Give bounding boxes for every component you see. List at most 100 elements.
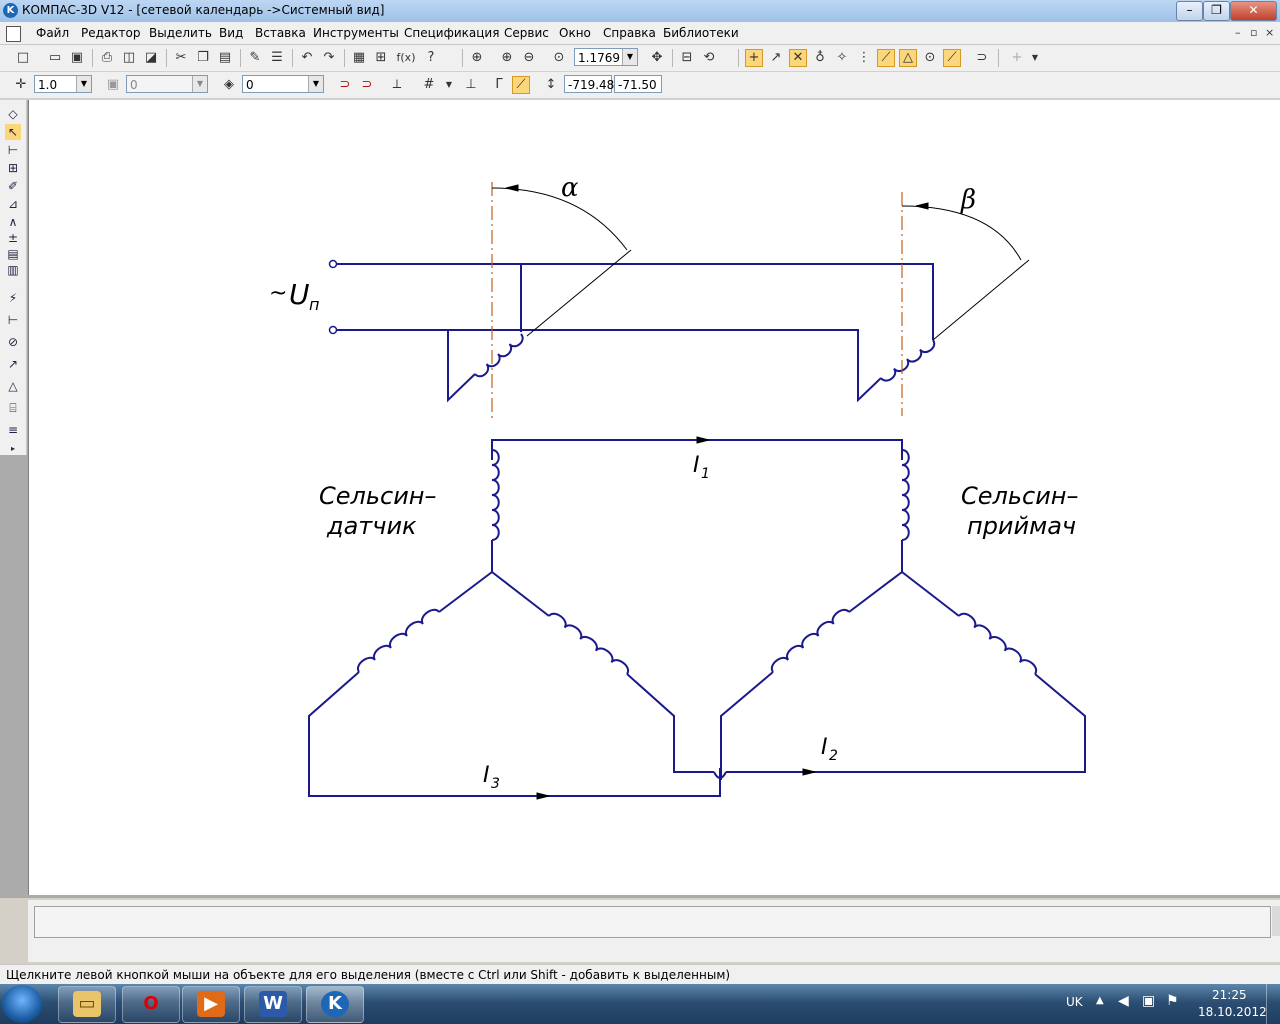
ortho-mode-icon[interactable]: Γ — [490, 76, 508, 94]
magnet-toggle-icon[interactable]: ⊃ — [358, 76, 376, 94]
save-icon[interactable]: ▣ — [68, 49, 86, 67]
snap-center-icon[interactable]: ⊙ — [921, 49, 939, 67]
menu-editor[interactable]: Редактор — [81, 26, 140, 40]
insert-icon[interactable]: ⚡ — [5, 290, 21, 306]
preview-icon[interactable]: ◪ — [142, 49, 160, 67]
snap-on-curve-icon[interactable]: ⟋ — [943, 49, 961, 67]
variables-fx-icon[interactable]: f(x) — [394, 49, 418, 67]
drawing-canvas[interactable]: α β ~ U п Сельсин– датчик Сельсин– прийм… — [28, 100, 1280, 895]
undo-icon[interactable]: ↶ — [298, 49, 316, 67]
minimize-button[interactable]: – — [1176, 1, 1203, 21]
taskbar-media-player[interactable]: ▶ — [182, 986, 240, 1023]
snap-angle-icon[interactable]: ⟋ — [877, 49, 895, 67]
start-button[interactable] — [2, 985, 42, 1023]
menu-libraries[interactable]: Библиотеки — [663, 26, 739, 40]
clock-time[interactable]: 21:25 — [1212, 988, 1247, 1002]
refresh-icon[interactable]: ⟲ — [700, 49, 718, 67]
library-manager-icon[interactable]: ⊞ — [372, 49, 390, 67]
zoom-combo[interactable]: 1.1769 ▼ — [574, 48, 638, 66]
menu-tools[interactable]: Инструменты — [313, 26, 399, 40]
manager-icon[interactable]: ▦ — [350, 49, 368, 67]
circle-icon[interactable]: ⊘ — [5, 334, 21, 350]
parametric-mode-icon[interactable]: ⟋ — [512, 76, 530, 94]
snap-tangent-icon[interactable]: ♁ — [811, 49, 829, 67]
coordinates-icon[interactable]: ↕ — [542, 76, 560, 94]
chevron-right-icon[interactable]: ▸ — [5, 441, 21, 457]
menu-insert[interactable]: Вставка — [255, 26, 306, 40]
property-panel-field[interactable] — [34, 906, 1271, 938]
regenerate-icon[interactable]: ⊟ — [678, 49, 696, 67]
taskbar-explorer[interactable]: ▭ — [58, 986, 116, 1023]
report-icon[interactable]: ▥ — [5, 262, 21, 278]
dimensions-icon[interactable]: ⊢ — [5, 142, 21, 158]
snap-nearest-icon[interactable]: ↗ — [767, 49, 785, 67]
magnet-icon[interactable]: ⊃ — [973, 49, 991, 67]
new-document-icon[interactable]: □ — [14, 49, 32, 67]
cursor-step-icon[interactable]: ✛ — [12, 76, 30, 94]
print-preview-icon[interactable]: ◫ — [120, 49, 138, 67]
cut-icon[interactable]: ✂ — [172, 49, 190, 67]
pan-icon[interactable]: ✥ — [648, 49, 666, 67]
snap-normal-icon[interactable]: ✧ — [833, 49, 851, 67]
panel-scrollbar[interactable] — [1272, 906, 1280, 936]
close-button[interactable]: ✕ — [1230, 1, 1277, 21]
parametrization-icon[interactable]: ⊿ — [5, 196, 21, 212]
redo-icon[interactable]: ↷ — [320, 49, 338, 67]
help-pointer-icon[interactable]: ? — [422, 49, 440, 67]
menu-help[interactable]: Справка — [603, 26, 656, 40]
add-snap-icon[interactable]: + — [1008, 49, 1026, 67]
snap-grid-icon[interactable]: ⋮ — [855, 49, 873, 67]
volume-icon[interactable]: ◀ — [1118, 993, 1129, 1009]
format-brush-icon[interactable]: ✎ — [246, 49, 264, 67]
language-indicator[interactable]: UK — [1066, 995, 1083, 1009]
network-icon[interactable]: ▣ — [1142, 993, 1155, 1009]
properties-icon[interactable]: ☰ — [268, 49, 286, 67]
menu-specification[interactable]: Спецификация — [404, 26, 499, 40]
kompas-app-icon[interactable]: K — [3, 3, 18, 18]
menu-view[interactable]: Вид — [219, 26, 243, 40]
chevron-down-icon[interactable]: ▼ — [1026, 49, 1044, 67]
style-combo[interactable]: 0 ▼ — [242, 75, 324, 93]
layer-combo[interactable]: 0 ▼ — [126, 75, 208, 93]
frame-icon[interactable]: ⌸ — [5, 400, 21, 416]
clock-date[interactable]: 18.10.2012 — [1198, 1005, 1267, 1019]
zoom-window-icon[interactable]: ⊕ — [468, 49, 486, 67]
mdi-close-button[interactable]: × — [1265, 26, 1274, 39]
taskbar-kompas[interactable]: K — [306, 986, 364, 1023]
open-folder-icon[interactable]: ▭ — [46, 49, 64, 67]
menu-file[interactable]: Файл — [36, 26, 69, 40]
zoom-in-icon[interactable]: ⊕ — [498, 49, 516, 67]
local-cs-icon[interactable]: ⊥ — [462, 76, 480, 94]
show-desktop-button[interactable] — [1266, 984, 1280, 1024]
dimension-line-icon[interactable]: ⊢ — [5, 312, 21, 328]
edit-icon[interactable]: ✐ — [5, 178, 21, 194]
chevron-down-icon[interactable]: ▼ — [440, 76, 458, 94]
taskbar-word[interactable]: W — [244, 986, 302, 1023]
layer-state-icon[interactable]: ▣ — [104, 76, 122, 94]
geometry-icon[interactable]: ◇ — [5, 106, 21, 122]
document-icon[interactable] — [6, 26, 21, 42]
magnet-icon[interactable]: ⊃ — [336, 76, 354, 94]
select-tools-icon[interactable]: ± — [5, 230, 21, 246]
mdi-minimize-button[interactable]: – — [1235, 26, 1241, 39]
orthogonal-icon[interactable]: ⟂ — [388, 76, 406, 94]
spec-icon[interactable]: ▤ — [5, 246, 21, 262]
symbols-icon[interactable]: ⊞ — [5, 160, 21, 176]
hatch-icon[interactable]: ≡ — [5, 422, 21, 438]
menu-select[interactable]: Выделить — [149, 26, 212, 40]
copy-icon[interactable]: ❐ — [194, 49, 212, 67]
tray-chevron-up-icon[interactable]: ▲ — [1096, 995, 1104, 1006]
zoom-icon[interactable]: ⊙ — [550, 49, 568, 67]
arc-icon[interactable]: ↗ — [5, 356, 21, 372]
grid-icon[interactable]: # — [420, 76, 438, 94]
measure-icon[interactable]: ∧ — [5, 214, 21, 230]
select-icon[interactable]: ↖ — [5, 124, 21, 140]
coord-y-field[interactable]: -71.50 — [614, 75, 662, 93]
restore-button[interactable]: ❐ — [1203, 1, 1230, 21]
zoom-out-icon[interactable]: ⊖ — [520, 49, 538, 67]
chevron-down-icon[interactable]: ▼ — [76, 76, 91, 92]
snap-point-icon[interactable]: + — [745, 49, 763, 67]
coord-x-field[interactable]: -719.48 — [564, 75, 614, 93]
chevron-down-icon[interactable]: ▼ — [622, 49, 637, 65]
paste-icon[interactable]: ▤ — [216, 49, 234, 67]
